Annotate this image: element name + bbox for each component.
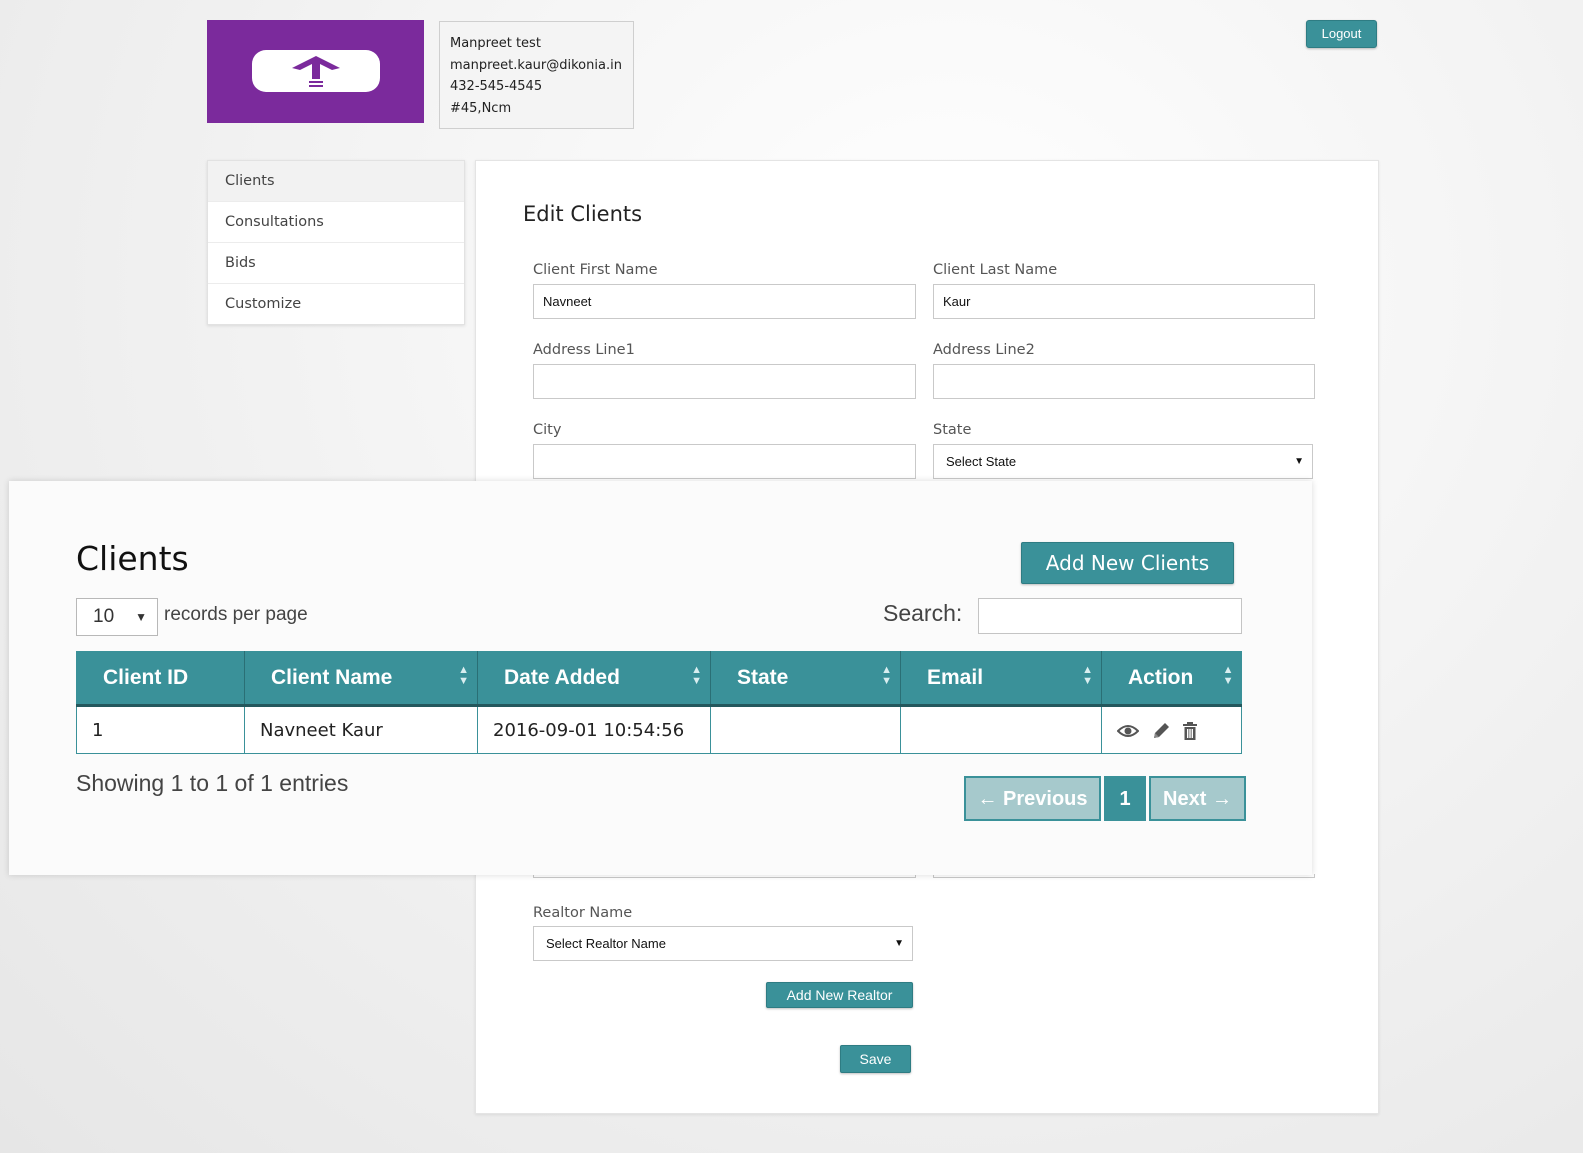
- logout-button[interactable]: Logout: [1306, 20, 1377, 48]
- clients-table: Client ID Client Name ▲ ▼ Date Added ▲ ▼ Sta…: [76, 651, 1242, 754]
- per-page-value: 10: [93, 606, 115, 627]
- last-name-label: Client Last Name: [933, 262, 1058, 278]
- sidebar-item-bids[interactable]: Bids: [208, 243, 464, 284]
- caret-down-icon: ▼: [1294, 456, 1304, 467]
- sidebar-item-consultations[interactable]: Consultations: [208, 202, 464, 243]
- cell-client-id: 1: [76, 705, 245, 754]
- profile-phone: 432-545-4545: [450, 79, 543, 94]
- sort-icon: ▲ ▼: [1082, 664, 1093, 687]
- sidebar-item-clients[interactable]: Clients: [208, 161, 464, 202]
- add-new-clients-button[interactable]: Add New Clients: [1021, 542, 1234, 584]
- state-label: State: [933, 422, 972, 438]
- records-per-page-select[interactable]: 10 ▼: [76, 598, 158, 636]
- sort-icon: ▲ ▼: [1222, 664, 1234, 687]
- sort-icon: ▲ ▼: [881, 664, 892, 687]
- edit-clients-title: Edit Clients: [523, 202, 643, 226]
- city-label: City: [533, 422, 562, 438]
- realtor-name-label: Realtor Name: [533, 905, 633, 921]
- sort-icon: ▲ ▼: [691, 664, 702, 687]
- column-header-email[interactable]: Email ▲ ▼: [900, 651, 1102, 707]
- column-label: Action: [1128, 665, 1194, 689]
- address1-input[interactable]: [533, 364, 916, 399]
- edit-pencil-icon[interactable]: [1151, 721, 1171, 741]
- company-logo: [207, 20, 424, 123]
- sidebar-item-customize[interactable]: Customize: [208, 284, 464, 324]
- profile-card: Manpreet test manpreet.kaur@dikonia.in 4…: [439, 21, 634, 129]
- cell-actions: [1101, 705, 1242, 754]
- column-header-action[interactable]: Action ▲ ▼: [1101, 651, 1242, 707]
- profile-email: manpreet.kaur@dikonia.in: [450, 57, 622, 73]
- page-1-button[interactable]: 1: [1104, 776, 1146, 821]
- save-button[interactable]: Save: [840, 1045, 911, 1073]
- column-label: Date Added: [504, 665, 620, 689]
- address2-label: Address Line2: [933, 342, 1035, 358]
- first-name-label: Client First Name: [533, 262, 658, 278]
- profile-address: #45,Ncm: [450, 100, 512, 116]
- column-label: Client Name: [271, 665, 393, 689]
- table-header-row: Client ID Client Name ▲ ▼ Date Added ▲ ▼ Sta…: [76, 651, 1242, 707]
- table-row: 1 Navneet Kaur 2016-09-01 10:54:56: [76, 705, 1242, 754]
- sidebar-nav: Clients Consultations Bids Customize: [207, 160, 465, 325]
- column-header-client-name[interactable]: Client Name ▲ ▼: [244, 651, 478, 707]
- records-per-page-label: records per page: [164, 604, 308, 625]
- profile-name: Manpreet test: [450, 36, 541, 51]
- last-name-input[interactable]: Kaur: [933, 284, 1315, 319]
- search-input[interactable]: [978, 598, 1242, 634]
- delete-trash-icon[interactable]: [1182, 721, 1198, 741]
- pagination: ← Previous 1 Next →: [964, 776, 1246, 821]
- add-new-realtor-button[interactable]: Add New Realtor: [766, 982, 913, 1008]
- upload-arrow-icon: [292, 56, 340, 87]
- column-label: State: [737, 665, 789, 689]
- sort-icon: ▲ ▼: [458, 664, 469, 687]
- realtor-select[interactable]: Select Realtor Name ▼: [533, 926, 913, 961]
- previous-page-button[interactable]: ← Previous: [964, 776, 1101, 821]
- clients-title: Clients: [76, 539, 189, 578]
- realtor-select-value: Select Realtor Name: [546, 936, 666, 951]
- search-label: Search:: [883, 600, 963, 626]
- column-label: Client ID: [103, 665, 189, 689]
- table-info: Showing 1 to 1 of 1 entries: [76, 770, 349, 796]
- city-input[interactable]: [533, 444, 916, 479]
- column-label: Email: [927, 665, 984, 689]
- state-select-value: Select State: [946, 454, 1017, 469]
- address2-input[interactable]: [933, 364, 1315, 399]
- logo-badge: [252, 50, 380, 92]
- column-header-state[interactable]: State ▲ ▼: [710, 651, 901, 707]
- cell-client-name: Navneet Kaur: [244, 705, 478, 754]
- state-select[interactable]: Select State ▼: [933, 444, 1313, 479]
- view-eye-icon[interactable]: [1116, 723, 1140, 739]
- caret-down-icon: ▼: [894, 938, 904, 949]
- column-header-client-id[interactable]: Client ID: [76, 651, 245, 707]
- next-page-button[interactable]: Next →: [1149, 776, 1246, 821]
- cell-state: [710, 705, 901, 754]
- cell-email: [900, 705, 1102, 754]
- caret-down-icon: ▼: [135, 610, 147, 624]
- column-header-date-added[interactable]: Date Added ▲ ▼: [477, 651, 711, 707]
- cell-date-added: 2016-09-01 10:54:56: [477, 705, 711, 754]
- first-name-input[interactable]: Navneet: [533, 284, 916, 319]
- address1-label: Address Line1: [533, 342, 635, 358]
